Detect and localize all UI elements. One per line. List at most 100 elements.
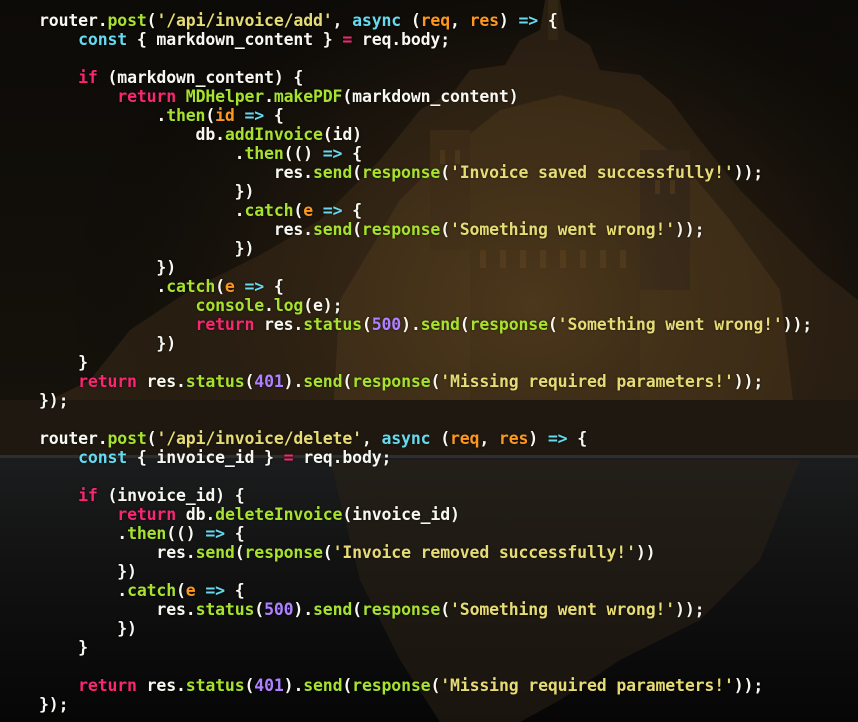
number-token: 401	[254, 372, 284, 391]
punctuation-token: (	[342, 676, 353, 695]
code-line: }	[39, 638, 812, 657]
function-token: status	[185, 372, 245, 391]
punctuation-token	[313, 201, 323, 220]
punctuation-token: (	[244, 372, 255, 391]
punctuation-token: .	[303, 220, 313, 239]
punctuation-token: {	[264, 106, 284, 125]
identifier-token: res	[146, 372, 177, 391]
function-token: status	[185, 676, 245, 695]
parameter-token: e	[303, 201, 313, 220]
punctuation-token	[39, 296, 196, 315]
punctuation-token: ) {	[273, 68, 304, 87]
punctuation-token: {	[127, 30, 157, 49]
punctuation-token: (	[175, 581, 186, 600]
code-line: db.addInvoice(id)	[39, 125, 812, 144]
punctuation-token: }	[39, 353, 88, 372]
code-line: res.send(response('Something went wrong!…	[39, 220, 812, 239]
punctuation-token: }	[254, 448, 284, 467]
punctuation-token: (	[342, 87, 353, 106]
punctuation-token	[235, 277, 245, 296]
function-token: then	[127, 524, 167, 543]
code-line: .then(() => {	[39, 144, 812, 163]
punctuation-token	[293, 448, 303, 467]
punctuation-token	[39, 676, 78, 695]
punctuation-token: )	[498, 11, 519, 30]
keyword-token: =>	[205, 524, 225, 543]
identifier-token: body	[401, 30, 441, 49]
punctuation-token: (	[254, 600, 265, 619]
punctuation-token: ,	[449, 11, 470, 30]
punctuation-token	[137, 372, 147, 391]
parameter-token: id	[215, 106, 235, 125]
punctuation-token: ,	[361, 429, 382, 448]
punctuation-token: .	[264, 296, 274, 315]
punctuation-token	[39, 220, 274, 239]
identifier-token: res	[156, 543, 186, 562]
punctuation-token: })	[39, 258, 176, 277]
code-line: });	[39, 695, 812, 714]
punctuation-token	[235, 106, 245, 125]
number-token: 500	[371, 315, 402, 334]
code-line: .catch(e => {	[39, 201, 812, 220]
parameter-token: res	[469, 11, 500, 30]
punctuation-token	[39, 543, 156, 562]
punctuation-token: (	[234, 543, 245, 562]
punctuation-token: .	[176, 676, 186, 695]
string-token: 'Missing required parameters!'	[440, 372, 734, 391]
punctuation-token: (	[303, 296, 313, 315]
punctuation-token: (	[146, 11, 157, 30]
punctuation-token: })	[39, 619, 137, 638]
punctuation-token: (	[322, 125, 333, 144]
punctuation-token: (	[244, 676, 255, 695]
function-token: response	[361, 163, 441, 182]
punctuation-token: {	[127, 448, 157, 467]
code-line: return MDHelper.makePDF(markdown_content…	[39, 87, 812, 106]
keyword-token: const	[78, 448, 128, 467]
function-token: catch	[127, 581, 176, 600]
keyword-token: =>	[518, 11, 539, 30]
punctuation-token: .	[39, 277, 167, 296]
punctuation-token: {	[567, 429, 588, 448]
function-token: log	[273, 296, 304, 315]
punctuation-token: (	[215, 277, 225, 296]
control-keyword-token: return	[78, 372, 137, 391]
punctuation-token: });	[39, 695, 69, 714]
punctuation-token: });	[39, 391, 69, 410]
control-keyword-token: return	[117, 505, 176, 524]
code-line: res.status(500).send(response('Something…	[39, 600, 812, 619]
function-token: send	[195, 543, 235, 562]
punctuation-token: (	[352, 220, 362, 239]
function-token: catch	[166, 277, 216, 296]
punctuation-token	[39, 505, 117, 524]
control-keyword-token: return	[117, 87, 176, 106]
punctuation-token: })	[39, 562, 137, 581]
punctuation-token: (()	[166, 524, 206, 543]
number-token: 401	[254, 676, 284, 695]
code-line: }	[39, 353, 812, 372]
punctuation-token: (	[361, 315, 372, 334]
punctuation-token: .	[185, 543, 196, 562]
keyword-token: =>	[244, 106, 265, 125]
code-line: return res.status(401).send(response('Mi…	[39, 676, 812, 695]
function-token: response	[352, 676, 431, 695]
function-token: send	[303, 676, 343, 695]
punctuation-token: .	[391, 30, 402, 49]
code-line: .then(() => {	[39, 524, 812, 543]
identifier-token: body	[342, 448, 382, 467]
string-token: 'Invoice saved successfully!'	[449, 163, 734, 182]
punctuation-token: .	[39, 524, 128, 543]
code-line: })	[39, 182, 812, 201]
punctuation-token: .	[176, 372, 186, 391]
punctuation-token: ) {	[215, 486, 245, 505]
punctuation-token: (	[430, 429, 450, 448]
identifier-token: markdown_content	[156, 30, 313, 49]
code-line: const { markdown_content } = req.body;	[39, 30, 812, 49]
punctuation-token: );	[322, 296, 343, 315]
parameter-token: res	[498, 429, 529, 448]
punctuation-token: .	[185, 600, 196, 619]
string-token: 'Missing required parameters!'	[440, 676, 734, 695]
code-line: .catch(e => {	[39, 277, 812, 296]
punctuation-token: (	[440, 163, 450, 182]
punctuation-token: (	[440, 220, 450, 239]
punctuation-token: (	[440, 600, 451, 619]
